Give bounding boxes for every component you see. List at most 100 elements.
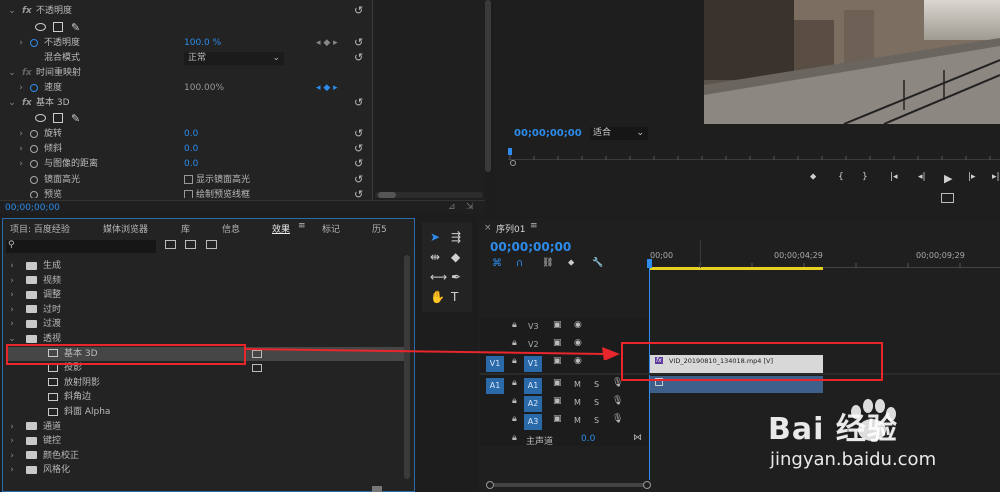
collapse-chevron-icon[interactable]: ⌄ xyxy=(8,4,16,19)
mute-button[interactable]: M xyxy=(574,398,581,407)
reset-icon[interactable]: ↺ xyxy=(354,35,363,50)
effect-controls-timecode[interactable]: 00;00;00;00 xyxy=(5,203,60,213)
effects-folder[interactable]: › 颜色校正 xyxy=(6,449,404,463)
tab-markers[interactable]: 标记 xyxy=(322,222,340,235)
mark-in-icon[interactable]: { xyxy=(838,172,844,182)
opacity-section[interactable]: ⌄ fx 不透明度 ↺ xyxy=(0,4,372,19)
collapse-chevron-icon[interactable]: ⌄ xyxy=(8,66,16,81)
pen-mask-icon[interactable]: ✎ xyxy=(71,111,80,126)
snap-icon[interactable]: ∩ xyxy=(516,258,523,269)
yuv-effects-icon[interactable] xyxy=(206,240,217,249)
reset-icon[interactable]: ↺ xyxy=(354,188,363,198)
chevron-right-icon[interactable]: › xyxy=(8,317,16,331)
time-remap-section[interactable]: ⌄ fx 时间重映射 xyxy=(0,66,372,81)
reset-icon[interactable]: ↺ xyxy=(354,156,363,171)
stopwatch-icon[interactable] xyxy=(30,36,38,51)
program-zoom-scroll[interactable] xyxy=(510,160,1000,166)
reset-icon[interactable]: ↺ xyxy=(354,3,363,18)
effect-controls-vscroll[interactable] xyxy=(485,0,491,172)
menu-icon[interactable]: ≡ xyxy=(298,221,306,231)
accelerated-effects-icon[interactable] xyxy=(165,240,176,249)
lock-icon[interactable]: 🔒︎ xyxy=(512,433,517,443)
filter-icon[interactable]: ⊿ xyxy=(448,202,456,212)
effect-controls-hscroll[interactable] xyxy=(375,192,483,198)
collapse-chevron-icon[interactable]: ⌄ xyxy=(8,96,16,111)
expand-chevron-icon[interactable]: › xyxy=(17,157,25,172)
export-frame-icon[interactable] xyxy=(941,193,954,203)
sequence-tab[interactable]: 序列01 xyxy=(496,222,525,235)
source-patch-a1[interactable]: A1 xyxy=(486,378,504,394)
fit-select[interactable]: 适合 ⌄ xyxy=(590,127,648,140)
chevron-right-icon[interactable]: › xyxy=(8,463,16,477)
chevron-right-icon[interactable]: › xyxy=(8,288,16,302)
lock-icon[interactable]: 🔒︎ xyxy=(512,378,517,388)
timeline-hscroll[interactable] xyxy=(486,481,1000,489)
effects-tree-vscroll[interactable] xyxy=(404,255,410,479)
step-forward-icon[interactable]: |▸ xyxy=(968,172,976,182)
mark-out-icon[interactable]: } xyxy=(862,172,868,182)
effects-folder[interactable]: › 过渡 xyxy=(6,317,404,331)
wrench-icon[interactable]: 🔧 xyxy=(592,258,603,268)
speed-value[interactable]: 100.00% xyxy=(184,81,224,96)
chevron-right-icon[interactable]: › xyxy=(8,434,16,448)
effect-item[interactable]: 放射阴影 xyxy=(6,376,404,390)
program-mini-ruler[interactable] xyxy=(508,146,1000,160)
blend-mode-select[interactable]: 正常 ⌄ xyxy=(184,52,284,65)
work-area-bar[interactable] xyxy=(650,267,823,270)
pen-mask-icon[interactable]: ✎ xyxy=(71,20,80,35)
effect-item[interactable]: 斜面 Alpha xyxy=(6,405,404,419)
sync-lock-icon[interactable]: ▣ xyxy=(553,378,562,388)
reset-icon[interactable]: ↺ xyxy=(354,172,363,187)
tab-project[interactable]: 项目: 百度经验 xyxy=(10,222,70,235)
lock-icon[interactable]: 🔒︎ xyxy=(512,396,517,406)
playhead-marker[interactable] xyxy=(647,259,652,268)
ripple-edit-tool-icon[interactable]: ⇹ xyxy=(430,250,440,264)
eye-icon[interactable]: ◉ xyxy=(574,320,582,330)
preview-checkbox[interactable]: 绘制预览线框 xyxy=(184,188,250,198)
solo-button[interactable]: S xyxy=(594,380,599,389)
go-to-point-icon[interactable]: ⋈ xyxy=(633,433,642,443)
lock-icon[interactable]: 🔒︎ xyxy=(512,320,517,330)
reset-icon[interactable]: ↺ xyxy=(354,95,363,110)
expand-chevron-icon[interactable]: › xyxy=(17,142,25,157)
solo-button[interactable]: S xyxy=(594,416,599,425)
ellipse-mask-icon[interactable] xyxy=(35,114,46,122)
effects-folder[interactable]: › 视频 xyxy=(6,274,404,288)
tab-info[interactable]: 信息 xyxy=(222,222,240,235)
menu-icon[interactable]: ≡ xyxy=(530,221,538,231)
tab-effects[interactable]: 效果 xyxy=(272,222,290,235)
tilt-value[interactable]: 0.0 xyxy=(184,142,198,157)
swivel-value[interactable]: 0.0 xyxy=(184,127,198,142)
sync-lock-icon[interactable]: ▣ xyxy=(553,414,562,424)
chevron-right-icon[interactable]: › xyxy=(8,303,16,317)
linked-selection-icon[interactable]: ⛓ xyxy=(542,258,553,268)
sync-lock-icon[interactable]: ▣ xyxy=(553,396,562,406)
32bit-effects-icon[interactable] xyxy=(185,240,196,249)
effect-item[interactable]: 斜角边 xyxy=(6,390,404,404)
selection-tool-icon[interactable]: ➤ xyxy=(430,230,440,244)
track-target-a1[interactable]: A1 xyxy=(524,378,542,394)
track-target-a2[interactable]: A2 xyxy=(524,396,542,412)
master-volume-value[interactable]: 0.0 xyxy=(581,434,595,444)
stopwatch-icon[interactable] xyxy=(30,81,38,96)
reset-icon[interactable]: ↺ xyxy=(354,126,363,141)
sync-lock-icon[interactable]: ▣ xyxy=(553,320,562,330)
expand-chevron-icon[interactable]: › xyxy=(17,127,25,142)
keyframe-nav-icon[interactable]: ◂ ◆ ▸ xyxy=(316,81,338,96)
track-target-a3[interactable]: A3 xyxy=(524,414,542,430)
stopwatch-icon[interactable] xyxy=(30,157,38,172)
effects-search-input[interactable]: ⚲ xyxy=(6,240,156,253)
export-frame-icon[interactable]: ⇲ xyxy=(466,202,474,212)
effects-folder[interactable]: › 生成 xyxy=(6,259,404,273)
expand-chevron-icon[interactable]: › xyxy=(17,36,25,51)
effects-folder[interactable]: › 调整 xyxy=(6,288,404,302)
expand-chevron-icon[interactable]: › xyxy=(17,81,25,96)
track-select-tool-icon[interactable]: ⇶ xyxy=(451,230,461,244)
go-to-in-icon[interactable]: |◂ xyxy=(890,172,898,182)
stopwatch-icon[interactable] xyxy=(30,127,38,142)
stopwatch-icon[interactable] xyxy=(30,173,38,188)
rectangle-mask-icon[interactable] xyxy=(53,113,63,123)
play-icon[interactable]: ▶ xyxy=(944,172,952,185)
step-back-icon[interactable]: ◂| xyxy=(918,172,926,182)
razor-tool-icon[interactable]: ◆ xyxy=(451,250,460,264)
